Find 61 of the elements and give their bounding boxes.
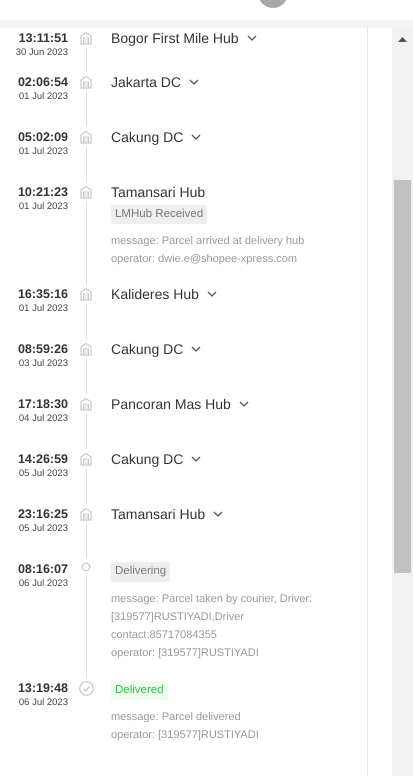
building-icon [79, 75, 93, 89]
location-name: Cakung DC [111, 450, 184, 469]
location-name: Cakung DC [111, 340, 184, 359]
building-icon [79, 452, 93, 466]
building-icon [79, 185, 93, 199]
event-date: 01 Jul 2023 [18, 90, 68, 104]
location-name: Pancoran Mas Hub [111, 394, 231, 414]
event-time: 14:26:59 [18, 451, 68, 468]
event-date: 04 Jul 2023 [18, 412, 68, 426]
building-icon [79, 507, 93, 522]
event-date: 30 Jun 2023 [16, 46, 68, 60]
chevron-down-icon[interactable] [206, 291, 217, 298]
chevron-down-icon[interactable] [191, 134, 202, 140]
status-tag: LMHub Received [111, 205, 208, 224]
location-name: Tamansari Hub [111, 182, 206, 202]
event-time: 13:11:51 [18, 30, 68, 46]
event-time: 23:16:25 [18, 506, 68, 522]
check-circle-icon [78, 680, 94, 696]
event-date: 06 Jul 2023 [18, 577, 68, 592]
building-icon [79, 31, 93, 45]
scrollbar-thumb[interactable] [394, 180, 411, 573]
chevron-down-icon[interactable] [246, 35, 257, 41]
event-date: 03 Jul 2023 [18, 357, 68, 372]
event-time: 17:18:30 [18, 396, 68, 412]
event-time: 02:06:54 [18, 74, 68, 90]
chevron-down-icon[interactable] [238, 401, 249, 408]
event-time: 08:16:07 [18, 561, 68, 578]
building-icon [79, 397, 93, 412]
event-date: 01 Jul 2023 [18, 145, 68, 159]
scrollbar[interactable] [392, 28, 413, 776]
location-name: Jakarta DC [111, 72, 182, 92]
circle-icon [81, 562, 91, 572]
event-detail: message: Parcel arrived at delivery hub [111, 234, 306, 250]
location-name: Cakung DC [111, 128, 184, 147]
location-name: Bogor First Mile Hub [111, 28, 239, 48]
chevron-down-icon[interactable] [213, 511, 224, 518]
event-date: 05 Jul 2023 [18, 467, 68, 482]
event-time: 10:21:23 [18, 184, 68, 200]
event-time: 16:35:16 [18, 286, 68, 302]
chevron-down-icon[interactable] [191, 456, 202, 462]
event-detail: operator: [319577]RUSTIYADI [111, 646, 260, 660]
building-icon [79, 130, 93, 144]
location-name: Tamansari Hub [111, 504, 206, 524]
building-icon [79, 287, 93, 302]
status-tag: Delivering [111, 562, 170, 582]
scroll-up-arrow-icon[interactable] [398, 37, 407, 42]
event-date: 06 Jul 2023 [18, 696, 68, 710]
event-date: 01 Jul 2023 [18, 302, 68, 316]
event-detail: operator: [319577]RUSTIYADI [111, 728, 260, 743]
building-icon [79, 342, 93, 356]
event-time: 13:19:48 [18, 680, 68, 696]
status-tag: Delivered [111, 680, 168, 700]
chevron-down-icon[interactable] [191, 346, 202, 352]
event-detail: message: Parcel delivered [111, 710, 242, 725]
chevron-down-icon[interactable] [189, 79, 200, 85]
location-name: Kalideres Hub [111, 284, 199, 304]
event-detail: operator: dwie.e@shopee-xpress.com [111, 252, 298, 268]
event-time: 05:02:09 [18, 129, 68, 145]
event-date: 01 Jul 2023 [18, 200, 68, 214]
event-time: 08:59:26 [18, 341, 68, 358]
event-date: 05 Jul 2023 [18, 522, 68, 536]
